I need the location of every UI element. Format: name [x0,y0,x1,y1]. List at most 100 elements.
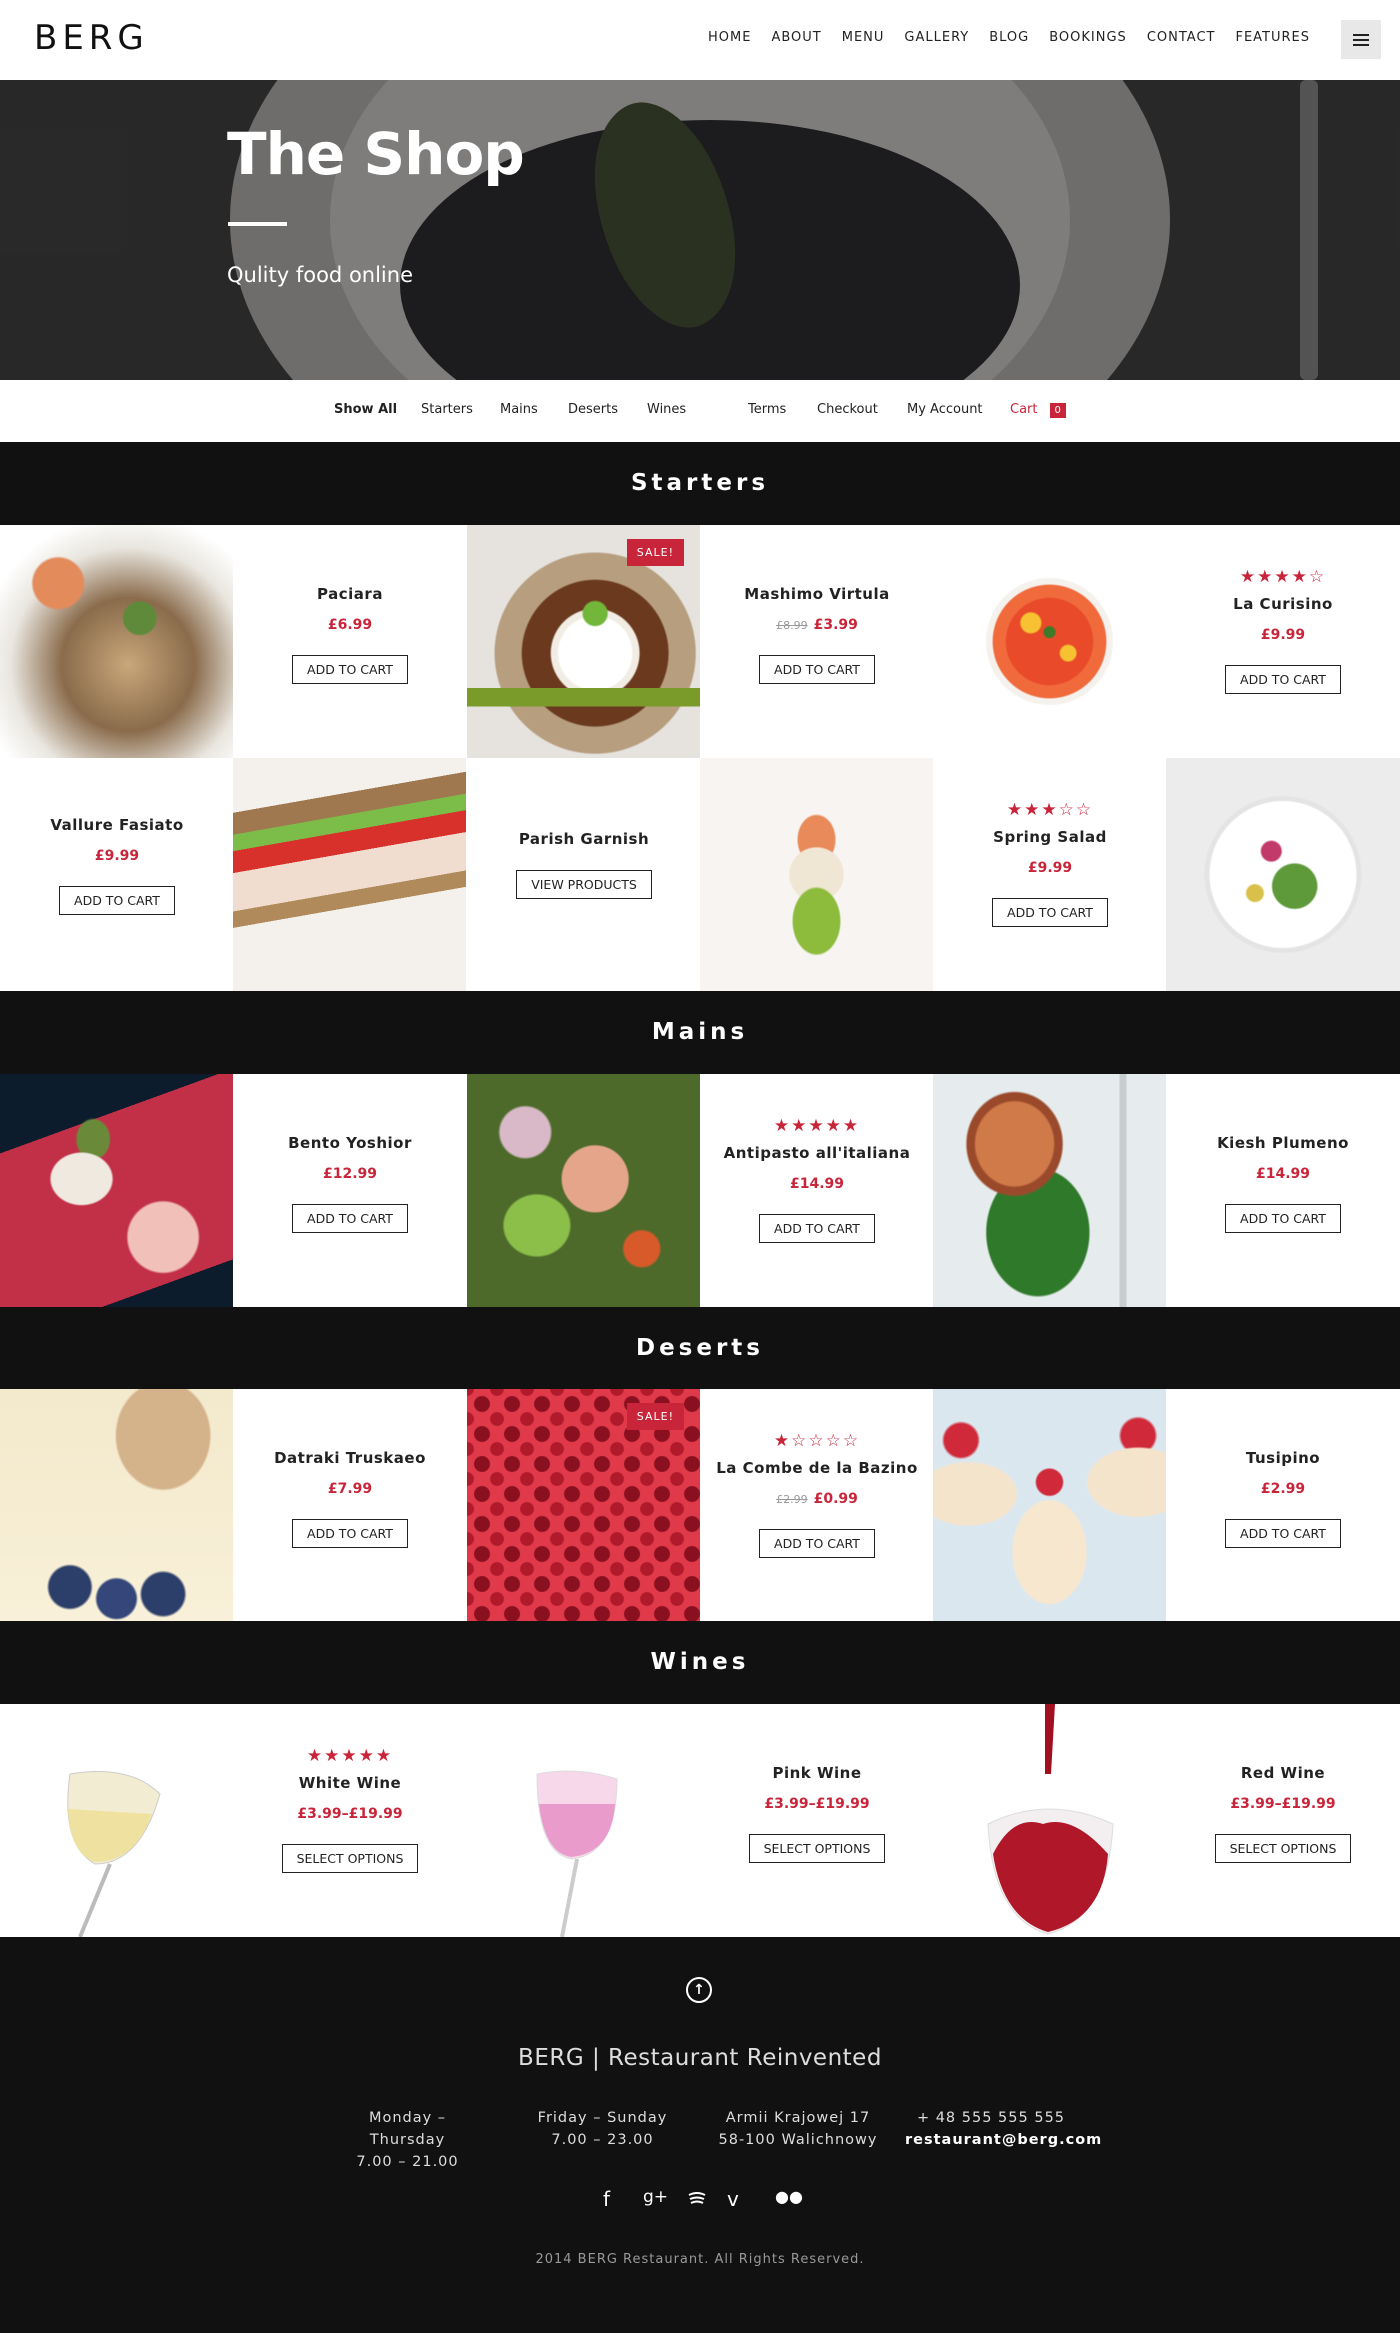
link-checkout[interactable]: Checkout [817,402,878,417]
flickr-icon[interactable]: ●● [775,2187,803,2206]
product-card-spring-salad: ★★★☆☆ Spring Salad £9.99 ADD TO CART [933,758,1167,991]
product-name[interactable]: White Wine [233,1774,467,1792]
product-image-paciara[interactable] [0,525,233,758]
product-image-white-wine[interactable] [0,1704,233,1937]
product-image-antipasto[interactable] [467,1074,700,1307]
product-name[interactable]: Paciara [233,585,467,603]
add-to-cart-button[interactable]: ADD TO CART [292,1204,408,1233]
product-name[interactable]: Mashimo Virtula [700,585,934,603]
top-navbar: BERG HOME ABOUT MENU GALLERY BLOG BOOKIN… [0,0,1400,80]
nav-contact[interactable]: CONTACT [1147,30,1216,45]
filter-show-all[interactable]: Show All [334,402,397,417]
product-name[interactable]: Parish Garnish [467,830,701,848]
filter-mains[interactable]: Mains [500,402,538,417]
add-to-cart-button[interactable]: ADD TO CART [1225,1204,1341,1233]
product-name[interactable]: Vallure Fasiato [0,816,234,834]
add-to-cart-button[interactable]: ADD TO CART [759,655,875,684]
product-price: £8.99 £3.99 [700,617,934,633]
product-image-bento-yoshior[interactable] [0,1074,233,1307]
add-to-cart-button[interactable]: ADD TO CART [59,886,175,915]
product-card-white-wine: ★★★★★ White Wine £3.99–£19.99 SELECT OPT… [233,1704,467,1937]
product-card-tusipino: Tusipino £2.99 ADD TO CART [1166,1389,1400,1622]
product-price: £3.99–£19.99 [764,1796,870,1812]
nav-features[interactable]: FEATURES [1235,30,1310,45]
nav-blog[interactable]: BLOG [989,30,1029,45]
view-products-button[interactable]: VIEW PRODUCTS [516,870,652,899]
main-nav: HOME ABOUT MENU GALLERY BLOG BOOKINGS CO… [688,30,1310,45]
footer-email[interactable]: restaurant@berg.com [905,2129,1101,2151]
product-name[interactable]: Tusipino [1166,1449,1400,1467]
hamburger-icon[interactable] [1341,20,1381,59]
product-name[interactable]: Bento Yoshior [233,1134,467,1152]
product-image-tusipino[interactable] [933,1389,1166,1622]
product-image-mashimo-virtula[interactable]: SALE! [467,525,700,758]
product-name[interactable]: Datraki Truskaeo [233,1449,467,1467]
product-image-la-curisino[interactable] [933,525,1166,758]
product-price: £2.99 [1260,1481,1306,1497]
product-card-red-wine: Red Wine £3.99–£19.99 SELECT OPTIONS [1166,1704,1400,1937]
product-image-red-wine[interactable] [933,1704,1166,1937]
filter-starters[interactable]: Starters [421,402,473,417]
rating-stars: ★☆☆☆☆ [773,1431,861,1451]
nav-about[interactable]: ABOUT [771,30,821,45]
product-name[interactable]: Antipasto all'italiana [700,1144,934,1162]
footer-hours-weekdays: Monday – Thursday 7.00 – 21.00 [330,2107,485,2173]
google-plus-icon[interactable]: g+ [643,2187,668,2207]
add-to-cart-button[interactable]: ADD TO CART [759,1529,875,1558]
product-name[interactable]: Spring Salad [933,828,1167,846]
product-card-parish-garnish: Parish Garnish VIEW PRODUCTS [467,758,701,991]
add-to-cart-button[interactable]: ADD TO CART [1225,665,1341,694]
add-to-cart-button[interactable]: ADD TO CART [292,1519,408,1548]
product-name[interactable]: La Combe de la Bazino [700,1459,934,1477]
spotify-icon[interactable] [686,2187,708,2214]
nav-menu[interactable]: MENU [842,30,885,45]
section-title-starters: Starters [0,442,1400,525]
footer-phone[interactable]: + 48 555 555 555 [905,2107,1077,2129]
product-sale-price: £0.99 [813,1491,858,1507]
product-card-bento-yoshior: Bento Yoshior £12.99 ADD TO CART [233,1074,467,1307]
footer-hours-days: Friday – Sunday [537,2110,668,2126]
link-my-account[interactable]: My Account [907,402,983,417]
product-image-la-combe[interactable]: SALE! [467,1389,700,1622]
nav-bookings[interactable]: BOOKINGS [1049,30,1127,45]
select-options-button[interactable]: SELECT OPTIONS [1214,1834,1352,1863]
filter-deserts[interactable]: Deserts [568,402,618,417]
product-image-vallure-fasiato[interactable] [233,758,466,991]
product-price: £12.99 [322,1166,378,1182]
add-to-cart-button[interactable]: ADD TO CART [759,1214,875,1243]
link-terms[interactable]: Terms [748,402,786,417]
product-image-datraki-truskaeo[interactable] [0,1389,233,1622]
add-to-cart-button[interactable]: ADD TO CART [292,655,408,684]
product-name[interactable]: Kiesh Plumeno [1166,1134,1400,1152]
product-name[interactable]: La Curisino [1166,595,1400,613]
product-image-parish-garnish[interactable] [700,758,933,991]
footer-hours-time: 7.00 – 21.00 [356,2154,459,2170]
filter-wines[interactable]: Wines [647,402,686,417]
footer: ↑ BERG | Restaurant Reinvented Monday – … [0,1937,1400,2333]
wine-glass-icon [987,1704,1114,1935]
section-title-deserts: Deserts [0,1307,1400,1390]
select-options-button[interactable]: SELECT OPTIONS [281,1844,419,1873]
select-options-button[interactable]: SELECT OPTIONS [748,1834,886,1863]
product-name[interactable]: Pink Wine [700,1764,934,1782]
footer-street: Armii Krajowej 17 [725,2110,871,2126]
product-card-la-curisino: ★★★★☆ La Curisino £9.99 ADD TO CART [1166,525,1400,758]
add-to-cart-button[interactable]: ADD TO CART [1225,1519,1341,1548]
shop-filter-bar: Show All Starters Mains Deserts Wines Te… [0,380,1400,442]
product-image-kiesh-plumeno[interactable] [933,1074,1166,1307]
logo[interactable]: BERG [34,18,149,58]
cart-link[interactable]: Cart 0 [1010,402,1066,418]
product-card-datraki-truskaeo: Datraki Truskaeo £7.99 ADD TO CART [233,1389,467,1622]
product-price: £3.99–£19.99 [1230,1796,1336,1812]
scroll-to-top-icon[interactable]: ↑ [686,1977,712,2003]
add-to-cart-button[interactable]: ADD TO CART [992,898,1108,927]
facebook-icon[interactable]: f [603,2187,610,2211]
page-subtitle: Qulity food online [227,263,413,287]
product-name[interactable]: Red Wine [1166,1764,1400,1782]
product-image-spring-salad[interactable] [1166,758,1400,991]
vine-icon[interactable]: v [727,2187,739,2211]
section-title-mains: Mains [0,991,1400,1074]
product-image-pink-wine[interactable] [467,1704,700,1937]
nav-gallery[interactable]: GALLERY [904,30,969,45]
nav-home[interactable]: HOME [708,30,751,45]
